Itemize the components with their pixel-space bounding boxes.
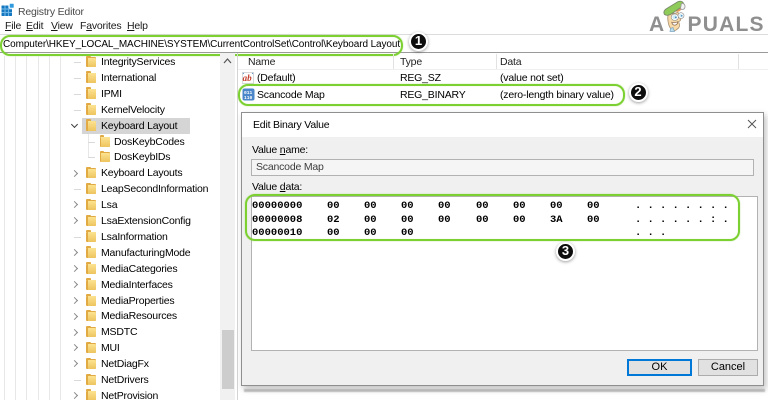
svg-text:ab: ab	[243, 73, 253, 83]
